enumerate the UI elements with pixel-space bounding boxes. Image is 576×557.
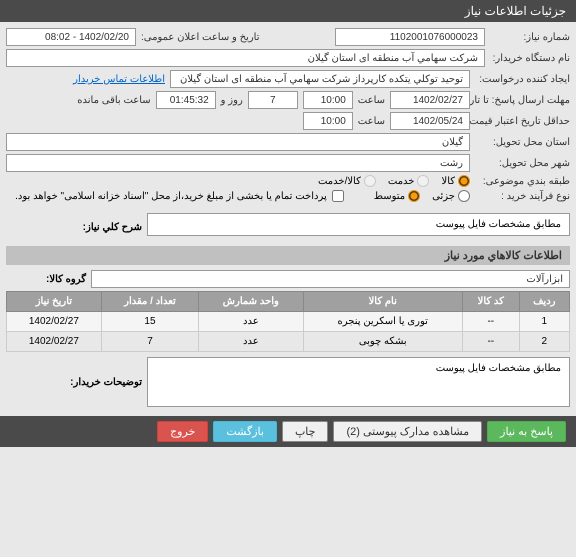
days-label: روز و [221,95,243,106]
radio-medium[interactable]: متوسط [374,190,420,202]
window-header: جزئیات اطلاعات نیاز [0,0,576,22]
radio-partial-input[interactable] [458,190,470,202]
city-label: شهر محل تحویل: [475,158,570,169]
th-row: ردیف [519,292,569,312]
request-creator-label: ایجاد کننده درخواست: [475,74,570,85]
print-button[interactable]: چاپ [282,421,329,442]
group-value: ابزارآلات [91,270,570,288]
main-content: شماره نیاز: 1102001076000023 تاریخ و ساع… [0,22,576,416]
need-number-value: 1102001076000023 [335,28,485,46]
buyer-value: شرکت سهامي آب منطقه ای استان گيلان [6,49,485,67]
validity-time: 10:00 [303,112,353,130]
public-announce-value: 1402/02/20 - 08:02 [6,28,136,46]
attachments-button[interactable]: مشاهده مدارک پیوستی (2) [333,421,482,442]
th-code: کد کالا [462,292,519,312]
table-row[interactable]: 1--توری یا اسکرین پنجرهعدد151402/02/27 [7,312,570,332]
respond-button[interactable]: پاسخ به نیاز [487,421,566,442]
need-number-label: شماره نیاز: [490,32,570,43]
time-label-2: ساعت [358,116,385,127]
time-label-1: ساعت [358,95,385,106]
exit-button[interactable]: خروج [157,421,208,442]
th-unit: واحد شمارش [199,292,303,312]
table-row[interactable]: 2--بشکه چوبیعدد71402/02/27 [7,332,570,352]
radio-goods[interactable]: کالا [441,175,470,187]
treasury-checkbox-input[interactable] [332,190,344,202]
th-date: تاریخ نیاز [7,292,102,312]
buyer-label: نام دستگاه خریدار: [490,53,570,64]
deadline-date: 1402/02/27 [390,91,470,109]
category-radio-group: کالا خدمت کالا/خدمت [318,175,470,187]
remaining-label: ساعت باقی مانده [77,95,150,106]
validity-date: 1402/05/24 [390,112,470,130]
radio-service-input[interactable] [417,175,429,187]
buyer-notes-label: توضیحات خریدار: [62,377,142,388]
radio-goods-service-input[interactable] [364,175,376,187]
contact-link[interactable]: اطلاعات تماس خریدار [73,74,165,85]
items-table: ردیف کد کالا نام کالا واحد شمارش تعداد /… [6,291,570,352]
back-button[interactable]: بازگشت [213,421,277,442]
th-qty: تعداد / مقدار [101,292,198,312]
validity-label: حداقل تاریخ اعتبار قیمت: تا تاریخ: [475,116,570,127]
remaining-time: 01:45:32 [156,91,216,109]
radio-medium-input[interactable] [408,190,420,202]
description-box: مطابق مشخصات فایل پیوست [147,213,570,236]
radio-goods-input[interactable] [458,175,470,187]
deadline-time: 10:00 [303,91,353,109]
button-bar: پاسخ به نیاز مشاهده مدارک پیوستی (2) چاپ… [0,416,576,447]
days-value: 7 [248,91,298,109]
radio-service[interactable]: خدمت [388,175,430,187]
deadline-label: مهلت ارسال پاسخ: تا تاریخ: [475,95,570,106]
radio-goods-service[interactable]: کالا/خدمت [318,175,376,187]
process-label: نوع فرآیند خرید : [475,191,570,202]
public-announce-label: تاریخ و ساعت اعلان عمومی: [141,32,260,43]
window-title: جزئیات اطلاعات نیاز [465,4,566,18]
city-value: رشت [6,154,470,172]
province-value: گیلان [6,133,470,151]
buyer-notes-box: مطابق مشخصات فایل پیوست [147,357,570,407]
th-name: نام کالا [303,292,462,312]
process-radio-group: جزئی متوسط [374,190,470,202]
category-label: طبقه بندي موضوعی: [475,176,570,187]
items-section-title: اطلاعات کالاهاي مورد نیاز [6,246,570,265]
radio-partial[interactable]: جزئی [432,190,470,202]
request-creator-value: توحید توکلي یتکده کارپرداز شرکت سهامي آب… [170,70,470,88]
group-label: گروه کالا: [6,274,86,285]
treasury-checkbox[interactable]: پرداخت تمام یا بخشی از مبلغ خرید،از محل … [15,190,344,202]
desc-label: شرح کلي نیاز: [62,222,142,233]
province-label: استان محل تحویل: [475,137,570,148]
